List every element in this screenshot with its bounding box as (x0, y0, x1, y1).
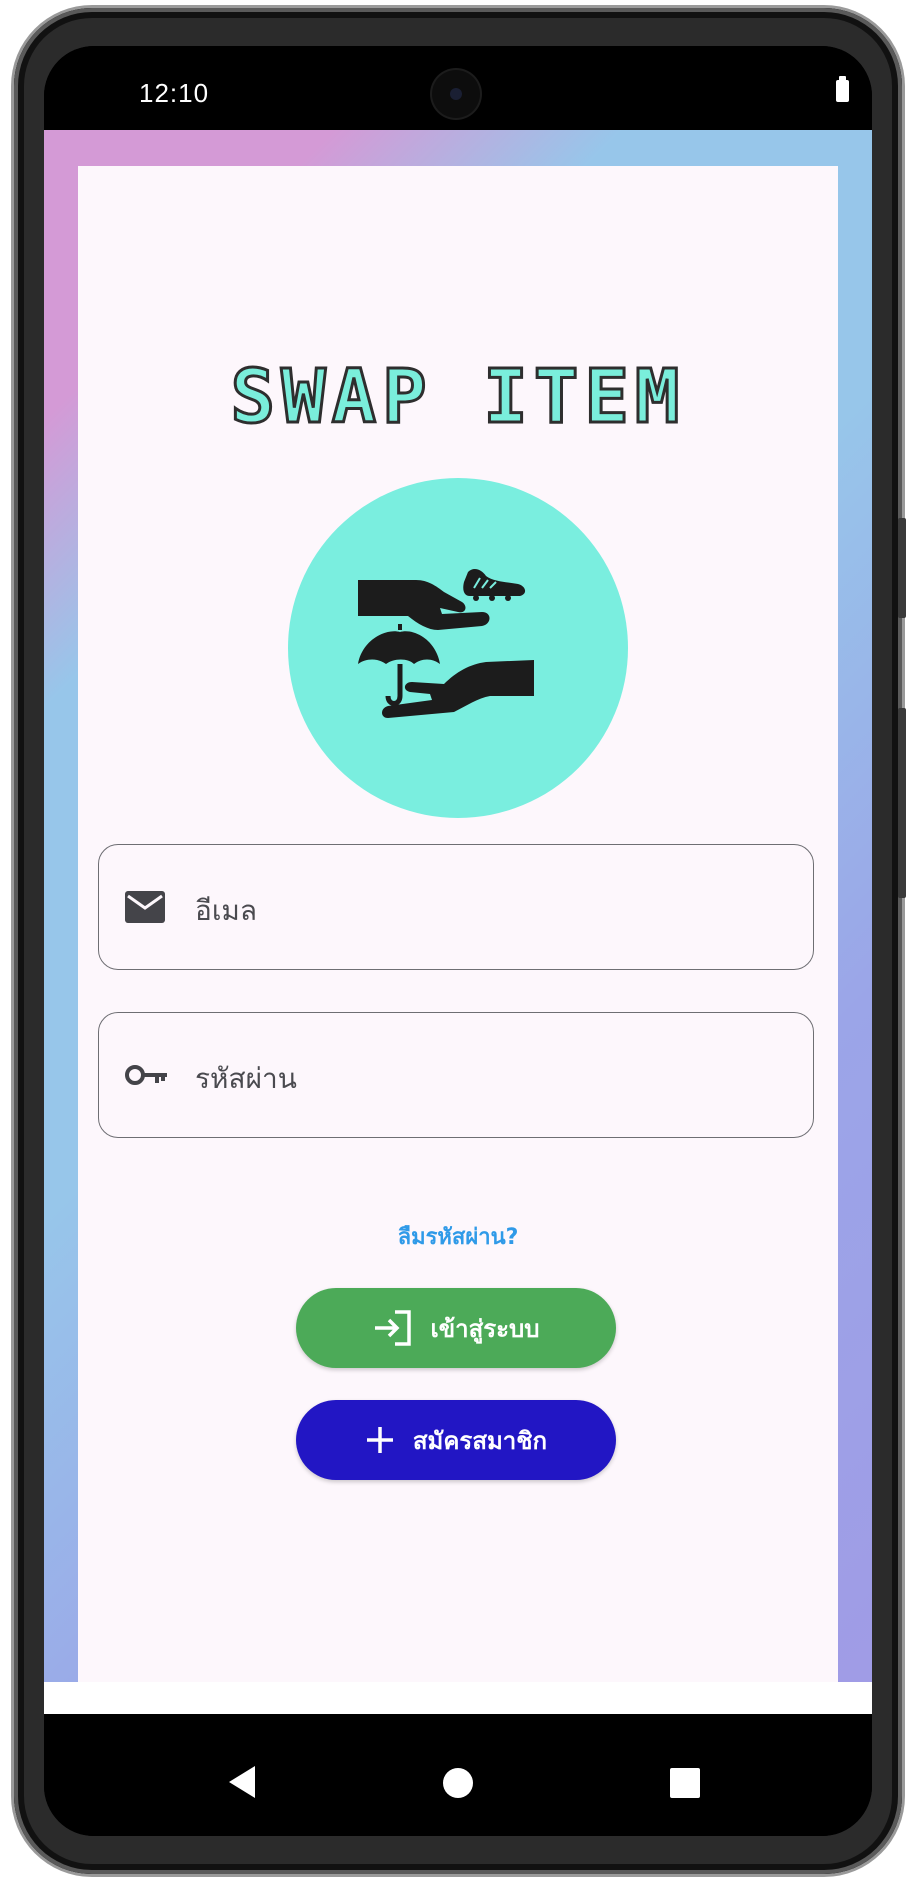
hands-swap-icon (358, 569, 534, 718)
login-screen: SWAP ITEM อีเมล รหัสผ่าน ลืมรหัสผ่าน? เข… (44, 130, 872, 1714)
bottom-strip (44, 1682, 872, 1714)
login-button-label: เข้าสู่ระบบ (430, 1314, 540, 1343)
password-field[interactable]: รหัสผ่าน (98, 1012, 814, 1138)
mail-icon (125, 891, 165, 923)
recents-icon[interactable] (670, 1768, 700, 1798)
signup-button[interactable]: สมัครสมาชิก (296, 1400, 616, 1480)
email-field[interactable]: อีเมล (98, 844, 814, 970)
screen: 12:10 SWAP ITEM อีเมล รหัสผ่าน ลืมรหัสผ่… (44, 46, 872, 1836)
power-button (898, 518, 906, 618)
volume-button (898, 708, 906, 898)
password-placeholder: รหัสผ่าน (195, 1062, 297, 1095)
plus-icon (366, 1427, 393, 1453)
login-button[interactable]: เข้าสู่ระบบ (296, 1288, 616, 1368)
home-icon[interactable] (443, 1768, 473, 1798)
login-icon (374, 1310, 411, 1346)
login-card: SWAP ITEM อีเมล รหัสผ่าน ลืมรหัสผ่าน? เข… (78, 166, 838, 1682)
status-bar: 12:10 (44, 46, 872, 130)
navigation-bar (44, 1738, 872, 1836)
email-placeholder: อีเมล (195, 894, 258, 927)
forgot-password-link[interactable]: ลืมรหัสผ่าน? (78, 1219, 838, 1254)
battery-icon (836, 76, 849, 102)
signup-button-label: สมัครสมาชิก (412, 1426, 548, 1455)
front-camera (432, 70, 480, 118)
status-time: 12:10 (139, 78, 210, 108)
phone-frame: 12:10 SWAP ITEM อีเมล รหัสผ่าน ลืมรหัสผ่… (14, 8, 906, 1874)
app-title: SWAP ITEM (229, 353, 686, 442)
key-icon (125, 1065, 167, 1085)
back-icon[interactable] (229, 1766, 255, 1798)
app-logo (288, 478, 628, 818)
